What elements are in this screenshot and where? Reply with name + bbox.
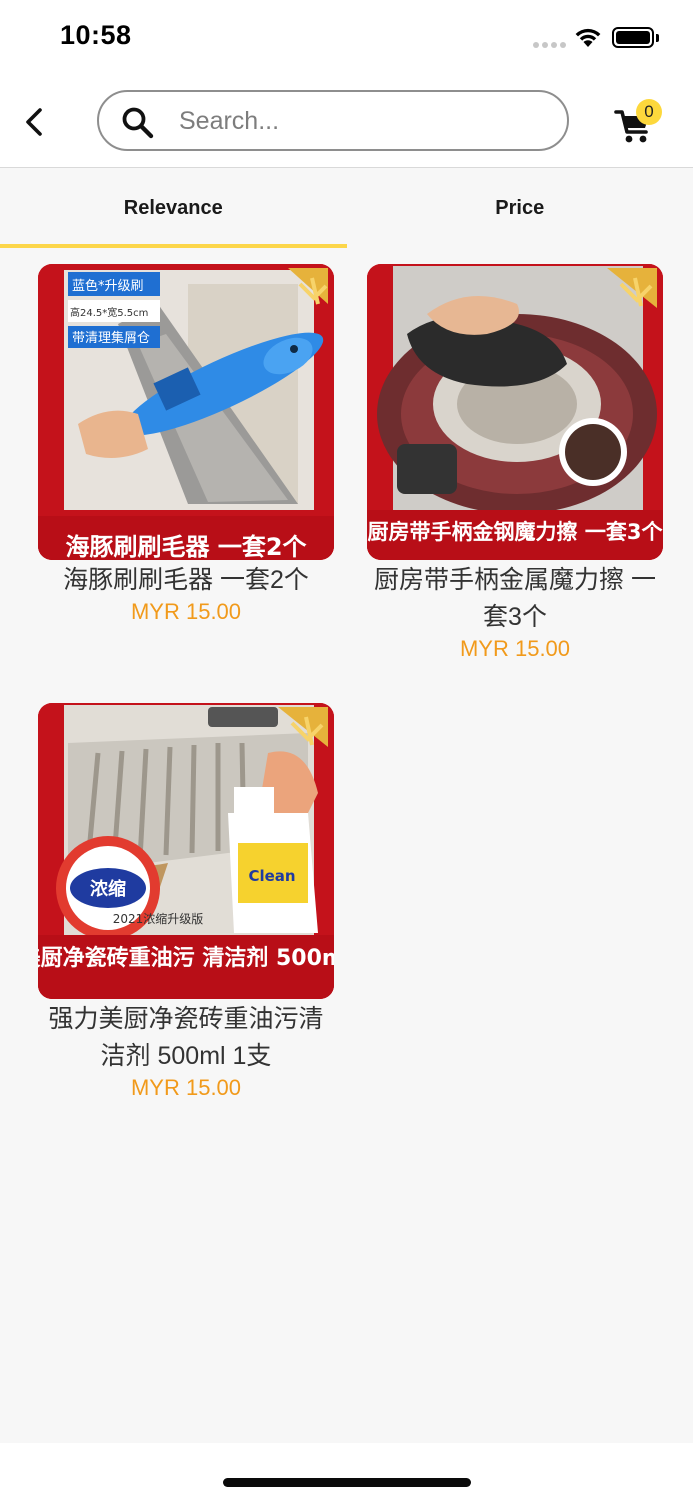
wifi-icon: [573, 26, 603, 53]
sort-tabs: Relevance Price: [0, 169, 693, 248]
image-caption: 强力美厨净瓷砖重油污 清洁剂 500ml 1支: [38, 945, 334, 971]
battery-icon: [612, 27, 654, 48]
chevron-left-icon: [26, 108, 42, 136]
product-price: MYR 15.00: [130, 599, 242, 624]
image-tag-concentrate: 浓缩: [90, 878, 126, 900]
product-card[interactable]: 浓缩 2021浓缩升级版 Clean 强力美厨净瓷砖重油污 清洁剂 500ml …: [38, 703, 334, 1101]
image-tag-3: 带清理集屑仓: [72, 330, 150, 346]
back-button[interactable]: [16, 102, 52, 142]
bottom-bar: [0, 1443, 693, 1500]
product-image: 厨房带手柄金钢魔力擦 一套3个: [367, 264, 663, 560]
search-icon: [121, 106, 155, 145]
product-card[interactable]: 蓝色*升级刷 高24.5*宽5.5cm 带清理集屑仓 海豚刷刷毛器 一套2个 海…: [38, 264, 334, 625]
signal-icon: [533, 42, 566, 48]
status-bar: 10:58: [0, 0, 693, 76]
status-time: 10:58: [60, 20, 132, 50]
image-tag-clean: Clean: [248, 867, 295, 885]
product-name: 海豚刷刷毛器 一套2个: [63, 566, 309, 594]
search-input[interactable]: [179, 100, 549, 142]
image-caption: 厨房带手柄金钢魔力擦 一套3个: [368, 520, 663, 544]
top-nav: 0: [0, 76, 693, 168]
product-image: 浓缩 2021浓缩升级版 Clean 强力美厨净瓷砖重油污 清洁剂 500ml …: [38, 703, 334, 999]
tab-relevance[interactable]: Relevance: [0, 169, 347, 248]
product-card[interactable]: 厨房带手柄金钢魔力擦 一套3个 厨房带手柄金属魔力擦 一套3个 MYR 15.0…: [367, 264, 663, 662]
image-caption: 海豚刷刷毛器 一套2个: [65, 533, 307, 560]
cart-count-badge: 0: [636, 99, 662, 125]
product-name: 强力美厨净瓷砖重油污清洁剂 500ml 1支: [48, 1005, 324, 1070]
home-indicator[interactable]: [223, 1478, 471, 1487]
image-tag-upgrade: 2021浓缩升级版: [113, 911, 204, 926]
image-tag-1: 蓝色*升级刷: [72, 278, 144, 294]
battery-cap: [656, 34, 659, 42]
product-price: MYR 15.00: [130, 1075, 242, 1100]
cart-button[interactable]: 0: [614, 99, 666, 148]
product-price: MYR 15.00: [459, 636, 571, 661]
search-box[interactable]: [97, 90, 569, 151]
product-image: 蓝色*升级刷 高24.5*宽5.5cm 带清理集屑仓 海豚刷刷毛器 一套2个: [38, 264, 334, 560]
product-name: 厨房带手柄金属魔力擦 一套3个: [374, 566, 656, 631]
tab-price[interactable]: Price: [347, 169, 693, 248]
image-tag-2: 高24.5*宽5.5cm: [70, 306, 148, 319]
